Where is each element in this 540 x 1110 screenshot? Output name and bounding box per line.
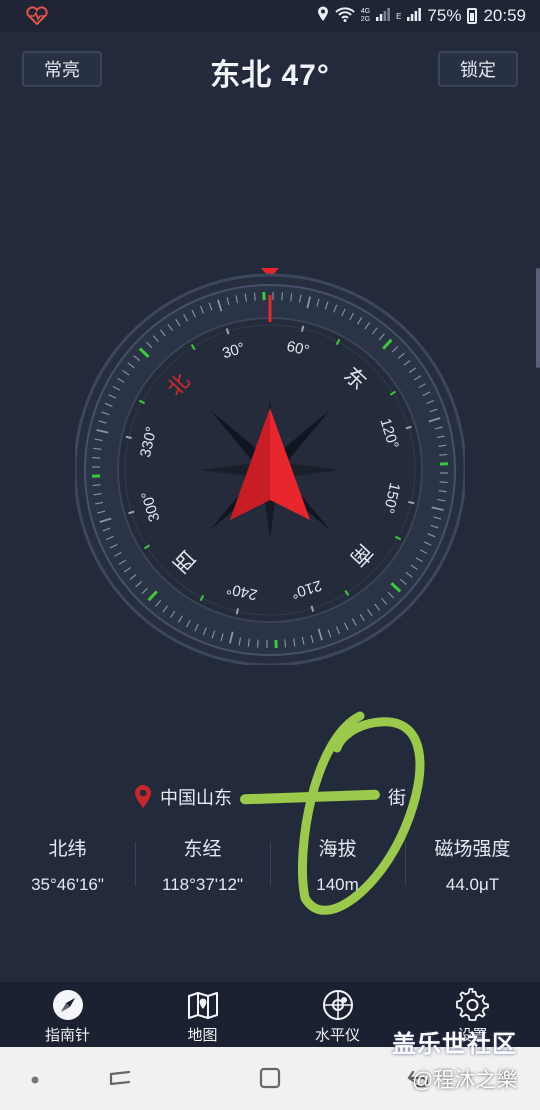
nav-item-compass[interactable]: 指南针 <box>0 982 135 1047</box>
nav-item-map[interactable]: 地图 <box>135 982 270 1047</box>
recents-button[interactable] <box>107 1065 133 1091</box>
signal-icon-2 <box>407 6 422 26</box>
stat-value: 140m <box>316 875 359 894</box>
nav-label: 地图 <box>187 1027 218 1044</box>
dial-tick <box>257 639 259 648</box>
status-bar: 4G 2G E 75% 20:59 <box>0 0 540 32</box>
stat-label: 东经 <box>183 839 222 860</box>
network-type-1: 4G 2G <box>361 8 370 24</box>
stat-altitude: 海拔 140m <box>270 820 405 910</box>
location-status-icon <box>317 6 329 27</box>
wifi-icon <box>335 6 355 27</box>
location-text-start: 中国山东 <box>160 788 232 808</box>
home-button[interactable] <box>257 1065 283 1091</box>
inner-tick <box>125 435 132 440</box>
stat-value: 118°37'12" <box>162 875 243 894</box>
watermark-author: @程沐之樂 <box>412 1069 518 1092</box>
inner-tick <box>235 608 240 615</box>
dial-tick <box>253 292 256 301</box>
network-e-label: E <box>396 11 402 21</box>
nav-label: 水平仪 <box>314 1027 360 1044</box>
stat-value: 35°46'16" <box>31 875 104 894</box>
inner-tick <box>300 325 305 332</box>
clock: 20:59 <box>483 6 526 25</box>
map-icon <box>187 992 218 1019</box>
header: 常亮 东北 47° 锁定 <box>0 32 540 102</box>
level-icon <box>322 990 353 1020</box>
stats-row: 北纬 35°46'16" 东经 118°37'12" 海拔 140m 磁场强度 … <box>0 820 540 910</box>
gear-icon <box>455 988 489 1021</box>
watermark-forum: 盖乐世社区 <box>392 1031 517 1058</box>
dial-tick <box>439 453 448 456</box>
dial-tick <box>439 481 448 483</box>
stat-label: 北纬 <box>48 839 87 860</box>
nav-item-level[interactable]: 水平仪 <box>270 982 405 1047</box>
location-row: 中国山东 街 <box>0 784 540 810</box>
network-4g-label: 4G <box>360 8 371 15</box>
dot-indicator-icon <box>31 1076 39 1084</box>
stat-label: 海拔 <box>318 839 357 860</box>
lock-button[interactable]: 锁定 <box>438 51 518 87</box>
network-2g-label: 2G <box>360 16 371 23</box>
stat-value: 44.0μT <box>445 875 500 894</box>
location-pin-icon <box>135 785 151 808</box>
stat-label: 磁场强度 <box>434 839 511 860</box>
stat-longitude: 东经 118°37'12" <box>135 820 270 910</box>
nav-label: 指南针 <box>44 1027 90 1044</box>
dial-tick <box>284 639 287 648</box>
stat-magnetic-field: 磁场强度 44.0μT <box>405 820 540 910</box>
battery-icon <box>467 8 478 24</box>
inner-tick <box>408 500 415 505</box>
scroll-indicator <box>536 268 540 368</box>
compass-icon <box>52 990 83 1020</box>
dial-tick <box>92 457 101 459</box>
health-icon <box>26 6 48 26</box>
battery-percent: 75% <box>427 6 462 25</box>
compass-dial[interactable]: 30° 60° 120° 150° 210° 240° 300° 330° 北东南西 <box>73 265 467 667</box>
dial-tick <box>281 292 283 301</box>
stat-latitude: 北纬 35°46'16" <box>0 820 135 910</box>
dial-tick <box>92 484 101 487</box>
signal-icon-1 <box>376 6 390 26</box>
